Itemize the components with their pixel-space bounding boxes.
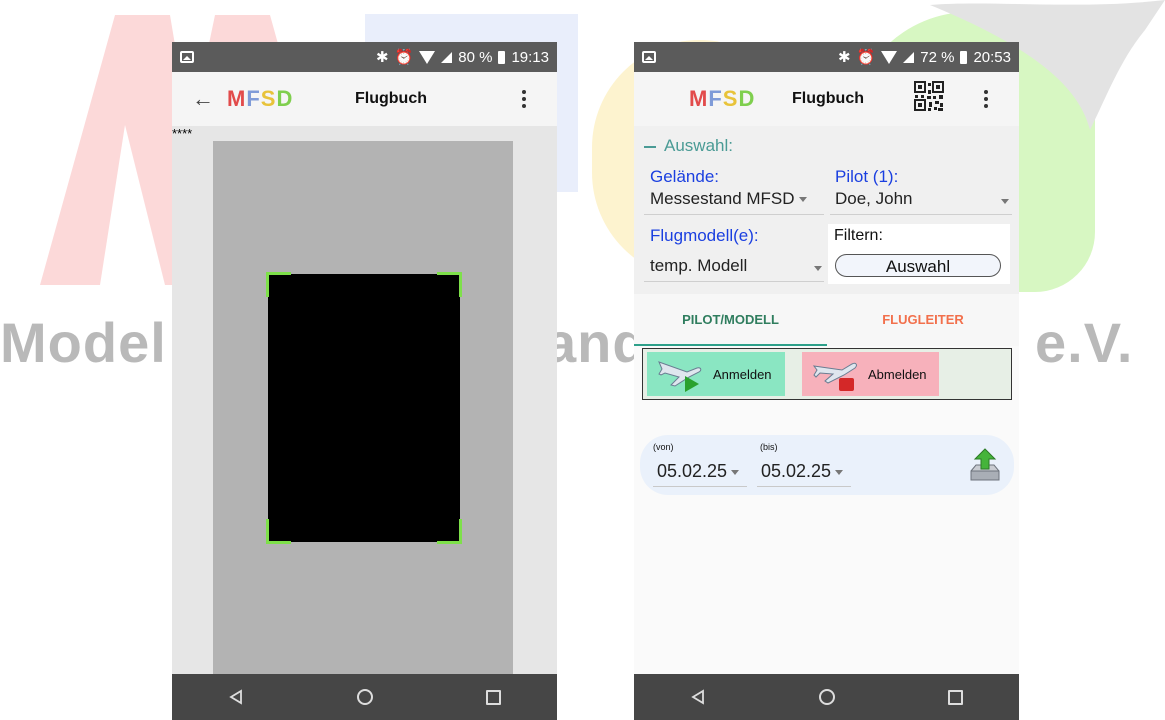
battery-icon [960,50,968,64]
battery-percent: 80 % [458,48,493,66]
field-underline [653,486,747,487]
dropdown-arrow-icon [814,266,822,271]
signal-icon [441,51,453,63]
plane-landing-icon [812,362,857,391]
dropdown-arrow-icon [798,197,807,203]
tab-indicator [634,344,827,346]
wifi-icon [881,50,898,64]
scanner-viewfinder [266,272,462,544]
gelaende-label: Gelände: [650,167,719,186]
nav-recents-icon[interactable] [485,689,501,705]
anmelden-button[interactable]: Anmelden [647,352,785,396]
mfsd-logo: MFSD [227,86,294,111]
signal-icon [903,51,915,63]
selection-panel: Auswahl: Gelände: Messestand MFSD Pilot … [634,126,1019,294]
date-from-dropdown[interactable]: 05.02.25 [657,461,740,482]
date-to-caption: (bis) [760,442,778,452]
flugmodell-value: temp. Modell [650,256,748,275]
back-arrow-icon[interactable]: ← [192,86,214,112]
plane-takeoff-icon [658,361,702,392]
pilot-dropdown[interactable]: Doe, John [835,189,1011,209]
date-from-caption: (von) [653,442,674,452]
barcode-scanner-view[interactable]: **** [172,126,557,674]
field-underline [644,281,824,282]
date-to-value: 05.02.25 [761,461,832,481]
selection-collapse-toggle[interactable]: Auswahl: [644,136,733,156]
dropdown-arrow-icon [1001,199,1009,204]
flugmodell-label: Flugmodell(e): [650,226,759,245]
tab-flugleiter[interactable]: FLUGLEITER [827,294,1019,346]
android-nav-bar [172,674,557,720]
overflow-menu-icon[interactable] [984,90,988,108]
mfsd-logo: MFSD [689,86,756,111]
filter-label: Filtern: [834,227,883,244]
pilot-label: Pilot (1): [835,167,899,186]
wifi-icon [419,50,436,64]
abmelden-button[interactable]: Abmelden [802,352,939,396]
gelaende-value: Messestand MFSD [650,189,795,208]
dropdown-arrow-icon [731,469,740,475]
pilot-value: Doe, John [835,189,913,208]
clock: 19:13 [511,48,549,66]
battery-icon [498,50,506,64]
dropdown-arrow-icon [835,469,844,475]
selection-header-label: Auswahl: [664,136,733,155]
anmelden-label: Anmelden [713,366,772,382]
nav-back-icon[interactable] [228,689,244,705]
phone-left-scanner: ✱ ⏰ 80 % 19:13 ← MFSD Flugbuch **** [172,42,557,720]
flugmodell-dropdown[interactable]: temp. Modell [650,256,828,276]
field-underline [757,486,851,487]
bluetooth-icon: ✱ [837,49,851,66]
viewfinder-corner [437,519,462,544]
alarm-icon: ⏰ [394,49,414,66]
nav-home-icon[interactable] [818,689,835,705]
filter-auswahl-button[interactable]: Auswahl [835,254,1001,277]
date-to-dropdown[interactable]: 05.02.25 [761,461,844,482]
abmelden-label: Abmelden [868,366,927,382]
masked-code-text: **** [172,126,193,141]
viewfinder-corner [266,272,291,297]
tab-bar: PILOT/MODELL FLUGLEITER [634,294,1019,346]
field-underline [644,214,824,215]
app-bar: MFSD Flugbuch [634,72,1019,126]
qr-code-icon[interactable] [914,81,944,115]
date-from-value: 05.02.25 [657,461,728,481]
date-range-bar: (von) 05.02.25 (bis) 05.02.25 [640,435,1014,495]
collapse-minus-icon [644,145,656,148]
alarm-icon: ⏰ [856,49,876,66]
tab-pilot-modell[interactable]: PILOT/MODELL [634,294,827,346]
page-title: Flugbuch [792,90,864,107]
image-notification-icon [642,51,656,63]
watermark-text-right: e.V. [1035,311,1134,374]
viewfinder-corner [266,519,291,544]
status-bar: ✱ ⏰ 72 % 20:53 [634,42,1019,72]
upload-export-icon[interactable] [968,447,1002,483]
nav-back-icon[interactable] [690,689,706,705]
bluetooth-icon: ✱ [375,49,389,66]
action-panel: Anmelden Abmelden [642,348,1012,400]
clock: 20:53 [973,48,1011,66]
phone-right-flugbuch: ✱ ⏰ 72 % 20:53 MFSD Flugbuch Auswahl: Ge… [634,42,1019,720]
status-bar: ✱ ⏰ 80 % 19:13 [172,42,557,72]
field-underline [830,214,1012,215]
image-notification-icon [180,51,194,63]
nav-recents-icon[interactable] [947,689,963,705]
nav-home-icon[interactable] [356,689,373,705]
watermark-text-left: Model [0,311,167,374]
overflow-menu-icon[interactable] [522,90,526,108]
page-title: Flugbuch [355,90,427,107]
android-nav-bar [634,674,1019,720]
viewfinder-corner [437,272,462,297]
app-bar: ← MFSD Flugbuch [172,72,557,126]
filter-box: Filtern: Auswahl [828,224,1010,284]
battery-percent: 72 % [920,48,955,66]
watermark-text-middle: and [545,311,648,374]
gelaende-dropdown[interactable]: Messestand MFSD [650,189,807,209]
